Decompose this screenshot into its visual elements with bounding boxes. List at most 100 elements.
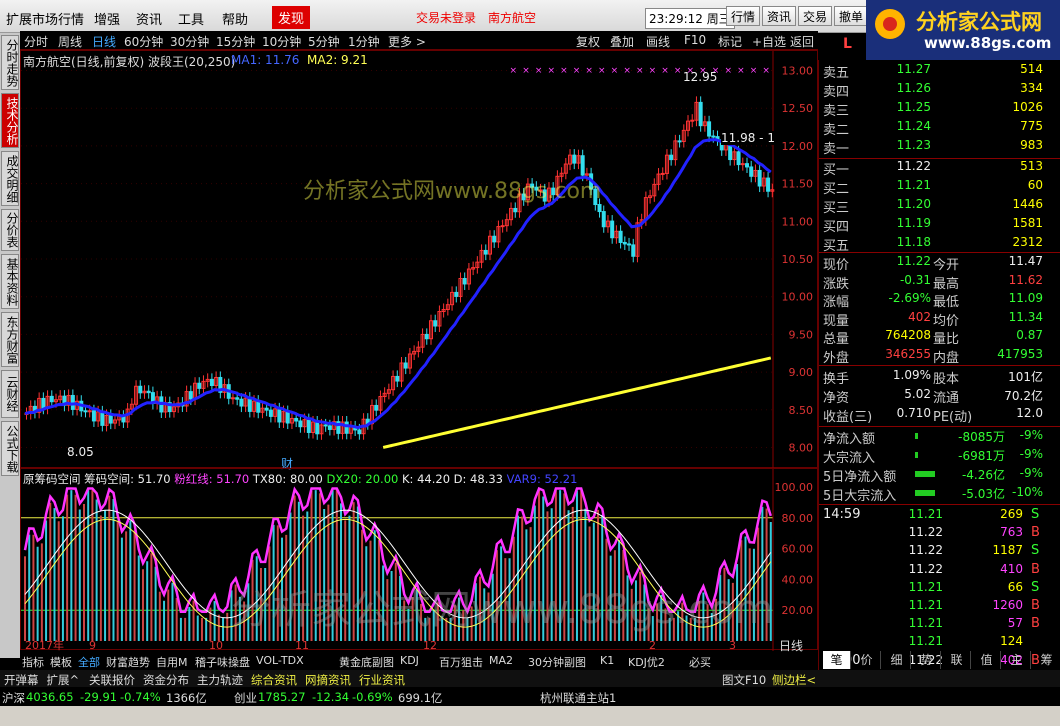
- indicator-tab[interactable]: 自用M: [156, 654, 188, 670]
- period-1min[interactable]: 1分钟: [348, 33, 380, 50]
- tab-technical[interactable]: 技术分析: [1, 93, 19, 148]
- indicator-tab[interactable]: 模板: [50, 654, 72, 670]
- panel-tab-icon[interactable]: 值: [973, 651, 1001, 669]
- function-bar-item[interactable]: 网摘资讯: [305, 672, 351, 688]
- period-week[interactable]: 周线: [58, 33, 82, 50]
- stock-name-title: 南方航空: [488, 11, 537, 25]
- indicator-tab[interactable]: 30分钟副图: [528, 654, 586, 670]
- quote-label: 涨跌: [823, 276, 850, 292]
- f10-button[interactable]: F10: [684, 33, 706, 47]
- cancel-order-button[interactable]: 撤单: [834, 6, 869, 26]
- y-tick-label: 9.50: [789, 328, 814, 341]
- period-more[interactable]: 更多 >: [388, 33, 426, 50]
- indicator-chart[interactable]: 100.00 80.00 60.00 40.00 20.00 2017年 9 10 11 12 2 3…: [20, 468, 818, 653]
- tab-profile[interactable]: 基本资料: [1, 254, 19, 309]
- quote-value: 11.22: [896, 254, 931, 268]
- mark-button[interactable]: 标记: [718, 33, 742, 50]
- indicator-tab[interactable]: 黄金底副图: [339, 654, 394, 670]
- signal-marker: ×: [636, 66, 644, 76]
- indicator-tab[interactable]: 稽子味操盘: [195, 654, 250, 670]
- tick-volume: 124: [1000, 634, 1023, 649]
- indicator-tab[interactable]: 指标: [22, 654, 44, 670]
- candle-body: [87, 410, 92, 413]
- restore-rights-button[interactable]: 复权: [576, 33, 600, 50]
- indicator-tab[interactable]: 财富趋势: [106, 654, 150, 670]
- function-bar-item[interactable]: 扩展^: [47, 672, 80, 688]
- panel-tab-icon[interactable]: 价: [853, 651, 881, 669]
- buy-volume: 60: [1027, 178, 1043, 192]
- back-button[interactable]: 返回: [790, 33, 814, 50]
- add-favorite-button[interactable]: +自选: [752, 33, 786, 50]
- flow-bar: [915, 452, 918, 458]
- y-tick-label: 8.00: [789, 441, 814, 454]
- candle-body: [736, 151, 741, 166]
- panel-tab-icon[interactable]: 细: [883, 651, 911, 669]
- indicator-tab[interactable]: 全部: [78, 654, 100, 670]
- panel-tab-icon[interactable]: 筹: [1033, 651, 1060, 669]
- panel-tab-icon[interactable]: 势: [913, 651, 941, 669]
- panel-tab-icon[interactable]: 联: [943, 651, 971, 669]
- indicator-tab[interactable]: KDJ: [400, 654, 419, 667]
- menu-help[interactable]: 帮助: [222, 9, 248, 28]
- period-60min[interactable]: 60分钟: [124, 33, 163, 50]
- candle-body: [298, 420, 303, 428]
- candle-body: [597, 204, 602, 213]
- indicator-tab[interactable]: 百万狙击: [439, 654, 483, 670]
- sidebar-toggle[interactable]: 侧边栏<: [772, 672, 816, 688]
- tab-price-table[interactable]: 分价表: [1, 209, 19, 251]
- signal-marker: ×: [547, 66, 555, 76]
- function-bar-item[interactable]: 综合资讯: [251, 672, 297, 688]
- panel-tab-icon[interactable]: 主: [1003, 651, 1031, 669]
- tab-formula-download[interactable]: 公式下载: [1, 421, 19, 476]
- quote-button[interactable]: 行情: [726, 6, 761, 26]
- signal-marker: ×: [661, 66, 669, 76]
- function-bar-item[interactable]: 资金分布: [143, 672, 189, 688]
- period-15min[interactable]: 15分钟: [216, 33, 255, 50]
- indicator-tab[interactable]: MA2: [489, 654, 513, 667]
- function-bar-item[interactable]: 主力轨迹: [197, 672, 243, 688]
- candle-body: [108, 414, 113, 424]
- function-bar-item[interactable]: 开弹幕: [4, 672, 39, 688]
- period-intraday[interactable]: 分时: [24, 33, 48, 50]
- tab-trades[interactable]: 成交明细: [1, 151, 19, 206]
- sell-price: 11.26: [896, 81, 931, 95]
- tick-volume: 1260: [992, 598, 1023, 612]
- indicator-tab[interactable]: K1: [600, 654, 614, 667]
- menu-extend-market[interactable]: 扩展市场行情: [6, 9, 84, 28]
- overlay-button[interactable]: 叠加: [610, 33, 634, 50]
- indicator-tab[interactable]: VOL-TDX: [256, 654, 304, 667]
- candle-body: [622, 241, 627, 245]
- menu-enhance[interactable]: 增强: [94, 9, 120, 28]
- candle-body: [492, 235, 497, 243]
- function-bar-item[interactable]: 关联报价: [89, 672, 135, 688]
- panel-tab-icon[interactable]: 笔: [823, 651, 851, 669]
- tab-yuncaijing[interactable]: 云财经: [1, 370, 19, 418]
- menu-news[interactable]: 资讯: [136, 9, 162, 28]
- function-bar-item[interactable]: 行业资讯: [359, 672, 405, 688]
- tab-intraday[interactable]: 分时走势: [1, 35, 19, 90]
- signal-marker: ×: [623, 66, 631, 76]
- tab-eastmoney[interactable]: 东方财富: [1, 312, 19, 367]
- y-tick-label: 13.00: [782, 65, 814, 78]
- graphic-f10-button[interactable]: 图文F10: [722, 672, 766, 688]
- buy-price: 11.20: [896, 197, 931, 211]
- finance-label: 收益(三): [823, 410, 873, 425]
- indicator-tab[interactable]: 必买: [689, 654, 711, 670]
- ma1-label: MA1: 11.76: [231, 53, 300, 67]
- tick-price: 11.21: [908, 507, 943, 521]
- menu-tools[interactable]: 工具: [178, 9, 204, 28]
- price-chart[interactable]: 13.00 12.50 12.00 11.50 11.00 10.50 10.00 9.50 9…: [20, 50, 818, 471]
- indicator-tab[interactable]: KDJ优2: [628, 654, 665, 670]
- news-button[interactable]: 资讯: [762, 6, 797, 26]
- period-day[interactable]: 日线: [92, 33, 116, 50]
- period-5min[interactable]: 5分钟: [308, 33, 340, 50]
- draw-line-button[interactable]: 画线: [646, 33, 670, 50]
- login-status[interactable]: 交易未登录: [416, 9, 476, 26]
- x-tick-label: 2017年: [25, 638, 64, 651]
- trade-button[interactable]: 交易: [798, 6, 833, 26]
- period-10min[interactable]: 10分钟: [262, 33, 301, 50]
- flow-bar: [915, 490, 935, 496]
- signal-marker: ×: [750, 66, 758, 76]
- menu-discover[interactable]: 发现: [272, 6, 311, 29]
- period-30min[interactable]: 30分钟: [170, 33, 209, 50]
